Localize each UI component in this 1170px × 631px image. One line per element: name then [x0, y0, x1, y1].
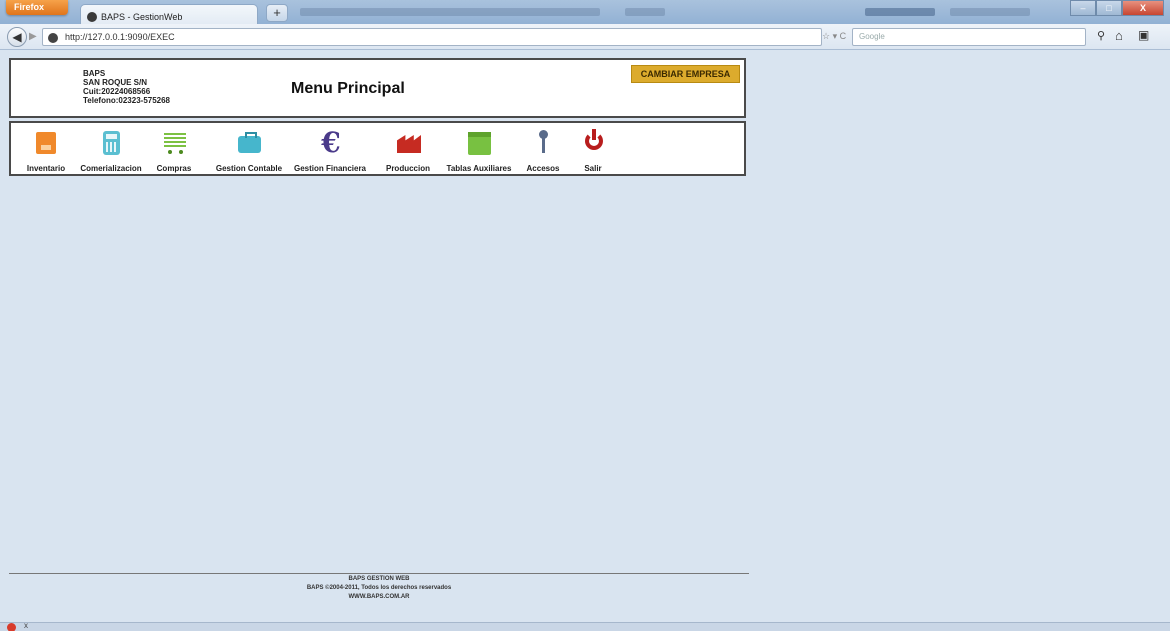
euro-icon: € [321, 126, 341, 159]
box-icon [30, 127, 62, 159]
blurred-area [865, 8, 935, 16]
blurred-area [300, 8, 600, 16]
menu-item-compras[interactable]: Compras [154, 123, 194, 176]
menu-item-inventario[interactable]: Inventario [21, 123, 71, 176]
menu-item-label: Gestion Contable [215, 164, 283, 173]
search-input[interactable]: Google [852, 28, 1086, 46]
blurred-area [625, 8, 665, 16]
cart-icon [158, 127, 190, 159]
company-phone: Telefono:02323-575268 [83, 96, 171, 105]
home-icon[interactable]: ⌂ [1115, 28, 1123, 43]
menu-item-label: Tablas Auxiliares [446, 164, 512, 173]
footer-divider [9, 573, 749, 574]
forward-arrow-icon[interactable]: ▶ [29, 31, 37, 42]
page-title: Menu Principal [291, 80, 405, 97]
menu-item-label: Salir [584, 164, 602, 173]
firefox-menu-button[interactable]: Firefox [6, 0, 68, 15]
menu-item-gestion-financiera[interactable]: € Gestion Financiera [290, 123, 370, 176]
addon-icon[interactable] [7, 623, 16, 631]
window-controls: – □ X [1070, 0, 1164, 16]
footer-website: WWW.BAPS.COM.AR [348, 594, 410, 600]
minimize-button[interactable]: – [1070, 0, 1096, 16]
status-close-button[interactable]: x [24, 621, 28, 630]
menu-item-label: Comerializacion [80, 164, 142, 173]
company-cuit: Cuit:20224068566 [83, 87, 151, 96]
blurred-area [950, 8, 1030, 16]
menu-item-label: Gestion Financiera [293, 164, 367, 173]
calculator-icon [95, 127, 127, 159]
menu-item-accesos[interactable]: Accesos [523, 123, 563, 176]
footer: BAPS GESTION WEB BAPS ©2004-2011, Todos … [9, 575, 749, 602]
menu-item-comerializacion[interactable]: Comerializacion [73, 123, 149, 176]
search-icon[interactable]: ⚲ [1097, 29, 1105, 42]
company-address: SAN ROQUE S/N [83, 78, 148, 87]
power-icon [577, 127, 609, 159]
menu-item-label: Inventario [26, 164, 66, 173]
factory-icon [392, 127, 424, 159]
company-name: BAPS [83, 69, 106, 78]
menu-item-gestion-contable[interactable]: Gestion Contable [211, 123, 287, 176]
company-info: BAPS SAN ROQUE S/N Cuit:20224068566 Tele… [83, 69, 170, 105]
bookmarks-icon[interactable]: ▣ [1138, 28, 1149, 42]
menu-item-tablas-auxiliares[interactable]: Tablas Auxiliares [441, 123, 517, 176]
browser-statusbar: x [0, 621, 1170, 631]
browser-tab[interactable]: BAPS - GestionWeb [80, 4, 258, 24]
menu-item-label: Compras [156, 164, 192, 173]
url-controls[interactable]: ☆ ▾ C [822, 31, 846, 42]
main-menu: Inventario Comerializacion Compras Gesti… [9, 121, 746, 176]
back-arrow-icon[interactable]: ◀ [7, 27, 27, 47]
new-tab-button[interactable]: + [266, 4, 288, 22]
browser-navbar: ◀ ▶ http://127.0.0.1:9090/EXEC ☆ ▾ C Goo… [0, 24, 1170, 50]
url-bar[interactable]: http://127.0.0.1:9090/EXEC [42, 28, 822, 46]
briefcase-icon [233, 127, 265, 159]
table-icon [463, 127, 495, 159]
footer-copyright: BAPS ©2004-2011, Todos los derechos rese… [306, 585, 452, 591]
close-window-button[interactable]: X [1122, 0, 1164, 16]
url-text: http://127.0.0.1:9090/EXEC [65, 32, 175, 42]
header-panel: BAPS SAN ROQUE S/N Cuit:20224068566 Tele… [9, 58, 746, 118]
menu-item-label: Produccion [385, 164, 430, 173]
menu-item-produccion[interactable]: Produccion [380, 123, 436, 176]
tab-title: BAPS - GestionWeb [101, 11, 183, 22]
footer-title: BAPS GESTION WEB [348, 576, 410, 582]
site-identity-icon[interactable] [48, 33, 58, 43]
tab-favicon-icon [87, 11, 97, 22]
menu-item-label: Accesos [526, 164, 560, 173]
browser-titlebar: Firefox BAPS - GestionWeb + – □ X [0, 0, 1170, 24]
key-icon [527, 127, 559, 159]
search-placeholder: Google [859, 32, 885, 41]
maximize-button[interactable]: □ [1096, 0, 1122, 16]
menu-item-salir[interactable]: Salir [576, 123, 610, 176]
change-company-button[interactable]: CAMBIAR EMPRESA [631, 65, 740, 83]
